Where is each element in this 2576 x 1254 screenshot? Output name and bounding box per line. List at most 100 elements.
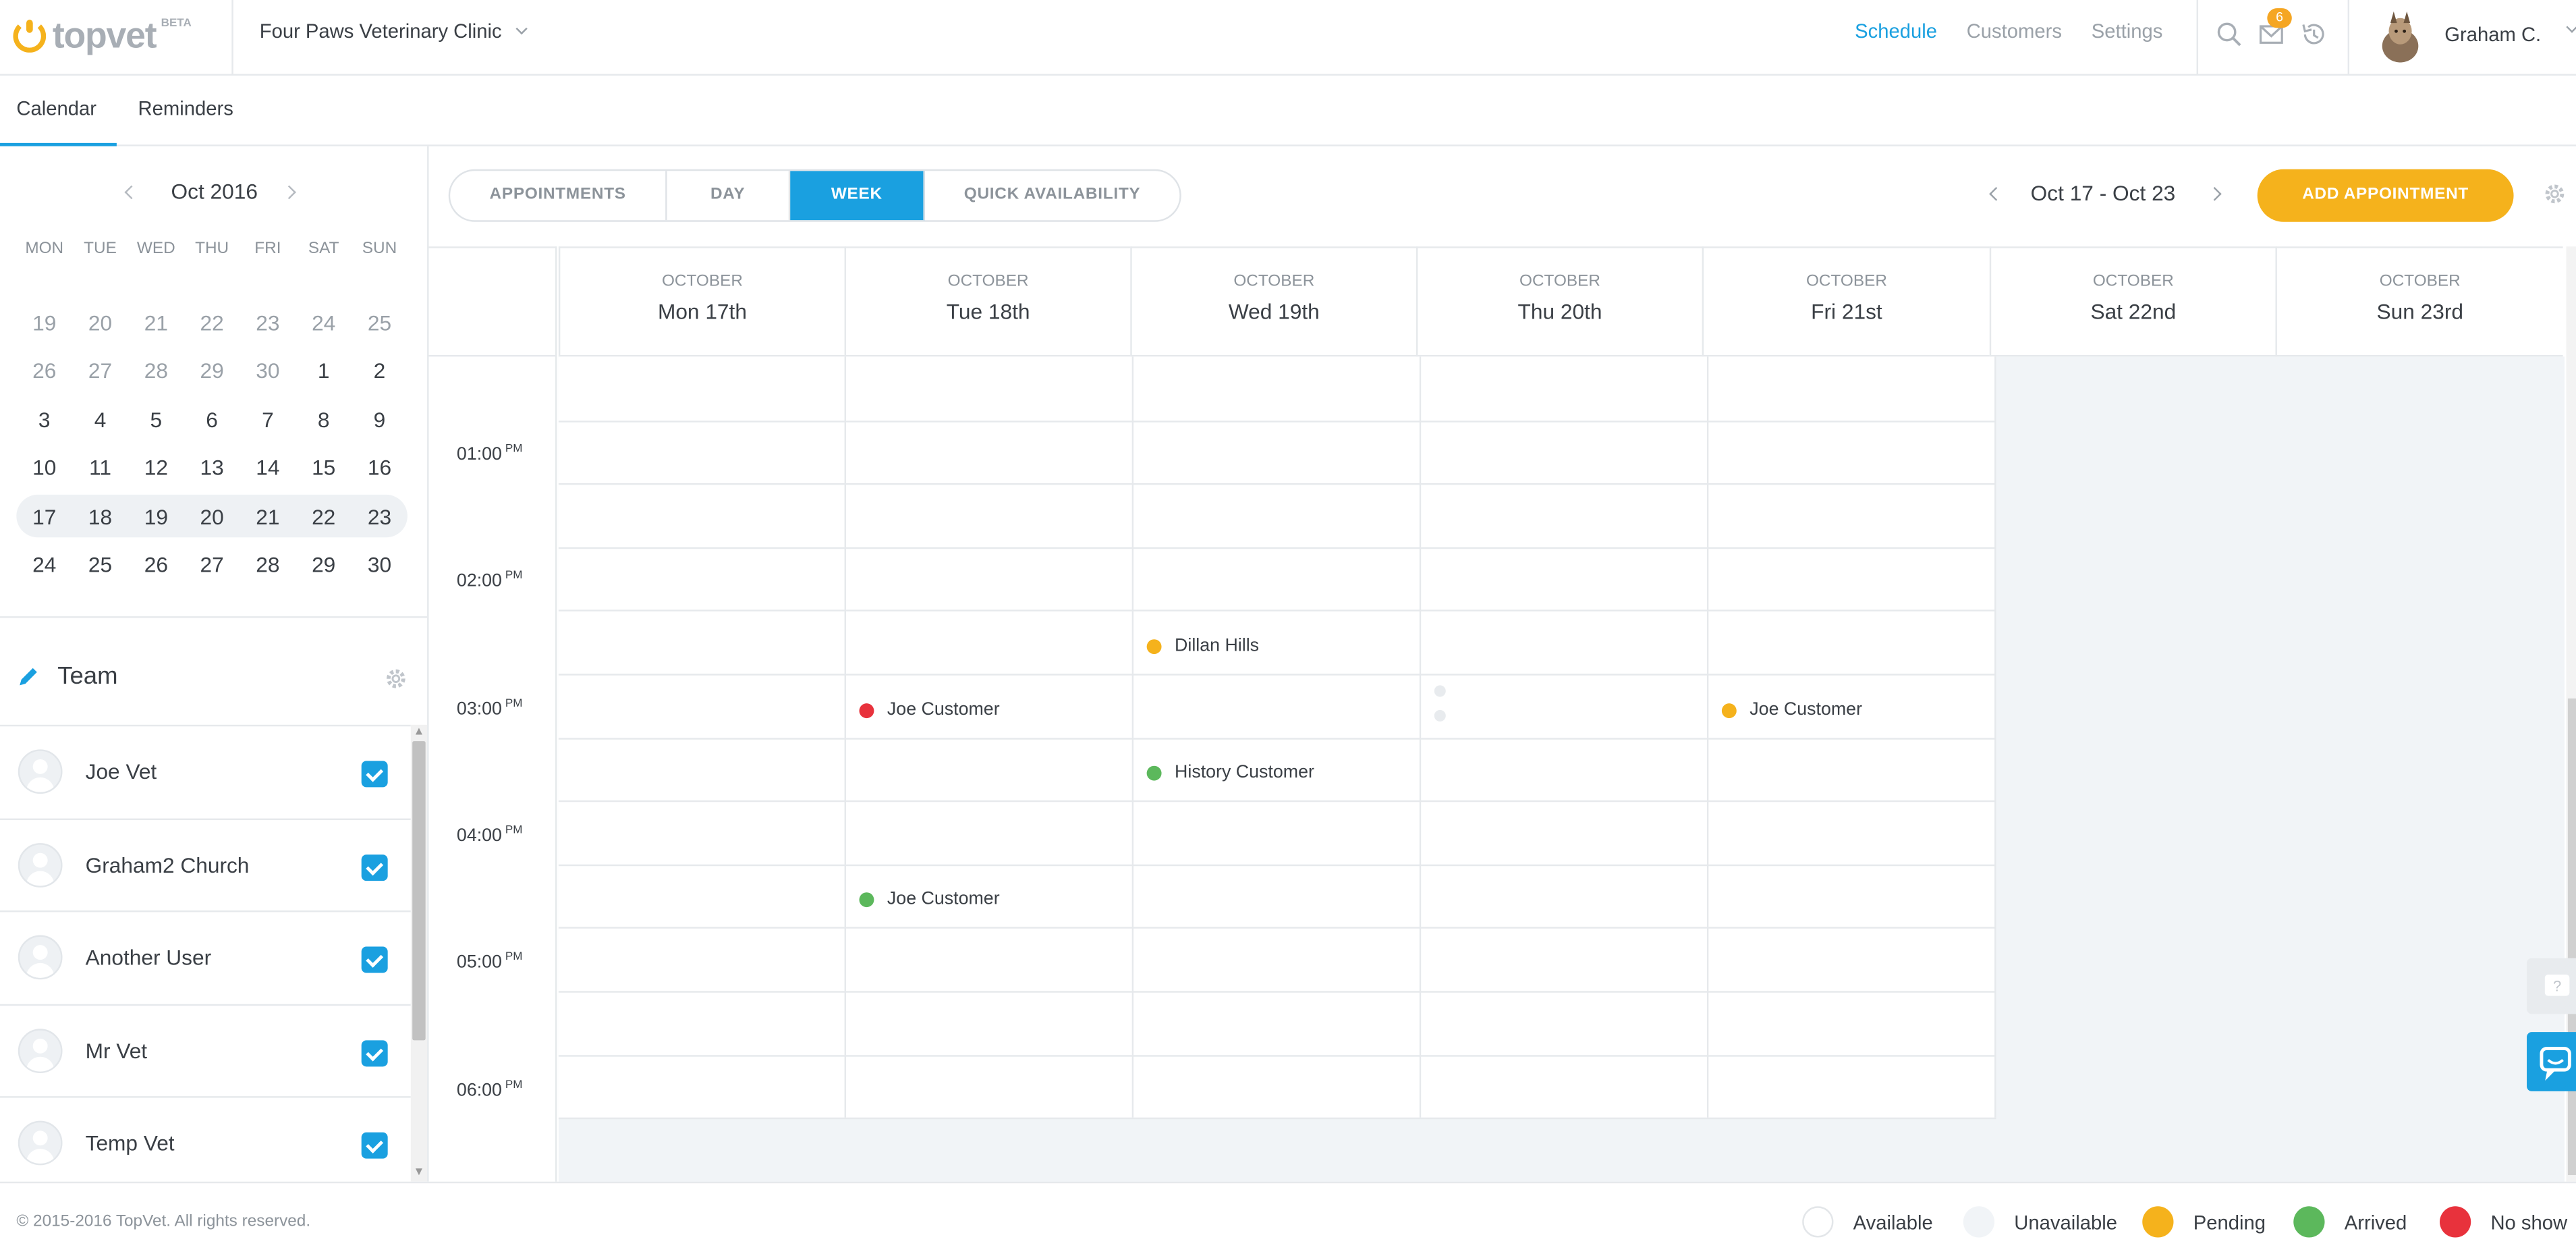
mini-calendar-day[interactable]: 27 (72, 358, 128, 383)
mini-calendar-day[interactable]: 9 (352, 407, 408, 432)
tab-reminders[interactable]: Reminders (138, 97, 233, 120)
chevron-down-icon[interactable] (2566, 21, 2576, 33)
team-member-checkbox[interactable] (361, 1039, 388, 1066)
slot-line (558, 1054, 1996, 1056)
time-value: 03:00 (456, 699, 502, 719)
mini-calendar-week: 24 25 26 27 28 29 30 (16, 543, 408, 585)
mini-calendar-day[interactable]: 30 (352, 551, 408, 576)
mini-calendar-day[interactable]: 20 (184, 503, 240, 528)
mini-calendar-day[interactable]: 7 (240, 407, 296, 432)
view-day[interactable]: DAY (667, 171, 791, 221)
time-label: 05:00 PM (457, 952, 522, 973)
tab-calendar[interactable]: Calendar (0, 97, 116, 146)
gear-icon[interactable] (385, 667, 408, 690)
team-member[interactable]: Graham2 Church (0, 817, 411, 909)
user-avatar[interactable] (2376, 9, 2426, 63)
page-scroll-thumb[interactable] (2567, 698, 2576, 1176)
prev-week-icon[interactable] (1989, 186, 2003, 201)
mini-calendar-day[interactable]: 4 (72, 407, 128, 432)
help-tab[interactable]: ? (2527, 958, 2576, 1014)
add-appointment-button[interactable]: ADD APPOINTMENT (2257, 169, 2514, 222)
team-member-checkbox[interactable] (361, 1132, 388, 1159)
mini-calendar-day[interactable]: 13 (184, 454, 240, 479)
gear-icon[interactable] (2543, 182, 2566, 205)
team-member[interactable]: Temp Vet (0, 1096, 411, 1182)
mini-calendar-day[interactable]: 29 (184, 358, 240, 383)
mini-calendar-day[interactable]: 19 (16, 310, 72, 335)
appointment[interactable]: Joe Customer (859, 889, 1000, 909)
appointment[interactable]: Dillan Hills (1146, 636, 1259, 656)
nav-customers[interactable]: Customers (1967, 20, 2062, 43)
mini-calendar-day[interactable]: 10 (16, 454, 72, 479)
chat-tab[interactable] (2527, 1032, 2576, 1091)
mini-calendar-day[interactable]: 22 (296, 503, 352, 528)
team-scroll-thumb[interactable] (412, 741, 426, 1041)
team-member-checkbox[interactable] (361, 761, 388, 788)
mini-calendar-day[interactable]: 14 (240, 454, 296, 479)
mini-calendar-day[interactable]: 11 (72, 454, 128, 479)
team-member[interactable]: Joe Vet (0, 724, 411, 817)
app-root: topvet BETA Four Paws Veterinary Clinic … (0, 0, 2576, 1254)
day-header[interactable]: OCTOBER Sun 23rd (2275, 246, 2563, 357)
mini-calendar-day[interactable]: 8 (296, 407, 352, 432)
mini-calendar-day[interactable]: 24 (16, 551, 72, 576)
day-header[interactable]: OCTOBER Fri 21st (1702, 246, 1990, 357)
pencil-icon[interactable] (16, 665, 39, 688)
clinic-selector[interactable]: Four Paws Veterinary Clinic (260, 20, 528, 43)
mini-calendar-day[interactable]: 27 (184, 551, 240, 576)
mini-calendar-day[interactable]: 30 (240, 358, 296, 383)
scroll-down-icon[interactable]: ▼ (412, 1167, 425, 1180)
mini-calendar-day[interactable]: 19 (128, 503, 184, 528)
view-appointments[interactable]: APPOINTMENTS (450, 171, 667, 221)
day-header[interactable]: OCTOBER Mon 17th (558, 246, 845, 357)
day-header[interactable]: OCTOBER Sat 22nd (1989, 246, 2276, 357)
mini-calendar-day[interactable]: 22 (184, 310, 240, 335)
mini-calendar-day[interactable]: 24 (296, 310, 352, 335)
team-member-checkbox[interactable] (361, 946, 388, 973)
view-quick-availability[interactable]: QUICK AVAILABILITY (925, 171, 1179, 220)
day-header[interactable]: OCTOBER Thu 20th (1416, 246, 1702, 357)
mini-calendar-day[interactable]: 3 (16, 407, 72, 432)
history-icon[interactable] (2299, 20, 2328, 49)
appointment[interactable]: Joe Customer (1721, 700, 1862, 720)
mini-calendar-day[interactable]: 28 (240, 551, 296, 576)
day-header[interactable]: OCTOBER Tue 18th (844, 246, 1131, 357)
slot-line (558, 483, 1996, 485)
mini-calendar-day[interactable]: 20 (72, 310, 128, 335)
mini-calendar-day[interactable]: 18 (72, 503, 128, 528)
mini-calendar-day[interactable]: 15 (296, 454, 352, 479)
nav-settings[interactable]: Settings (2092, 20, 2163, 43)
brand-logo[interactable]: topvet BETA (13, 13, 192, 59)
mini-calendar-day[interactable]: 26 (128, 551, 184, 576)
mini-calendar-day[interactable]: 21 (240, 503, 296, 528)
view-week[interactable]: WEEK (790, 171, 925, 221)
mini-calendar-day[interactable]: 2 (352, 358, 408, 383)
mini-calendar-day[interactable]: 6 (184, 407, 240, 432)
search-icon[interactable] (2214, 20, 2244, 49)
mini-calendar-day[interactable]: 29 (296, 551, 352, 576)
mini-calendar-day[interactable]: 28 (128, 358, 184, 383)
mini-calendar-day[interactable]: 26 (16, 358, 72, 383)
team-member[interactable]: Mr Vet (0, 1003, 411, 1095)
appointment[interactable]: History Customer (1146, 763, 1314, 782)
mini-calendar-day[interactable]: 25 (352, 310, 408, 335)
day-header[interactable]: OCTOBER Wed 19th (1130, 246, 1416, 357)
user-name[interactable]: Graham C. (2444, 23, 2541, 46)
mini-calendar-day[interactable]: 16 (352, 454, 408, 479)
mini-calendar-day[interactable]: 25 (72, 551, 128, 576)
mini-calendar-day[interactable]: 21 (128, 310, 184, 335)
mini-calendar-day[interactable]: 12 (128, 454, 184, 479)
appointment[interactable]: Joe Customer (859, 700, 1000, 720)
team-member-checkbox[interactable] (361, 853, 388, 880)
copyright: © 2015-2016 TopVet. All rights reserved. (16, 1213, 311, 1231)
mini-calendar-day[interactable]: 5 (128, 407, 184, 432)
scroll-up-icon[interactable]: ▲ (412, 726, 425, 739)
mini-calendar-day[interactable]: 17 (16, 503, 72, 528)
mini-calendar-day[interactable]: 23 (240, 310, 296, 335)
next-week-icon[interactable] (2208, 186, 2222, 201)
legend-swatch (2293, 1206, 2325, 1238)
mini-calendar-day[interactable]: 23 (352, 503, 408, 528)
mini-calendar-day[interactable]: 1 (296, 358, 352, 383)
nav-schedule[interactable]: Schedule (1855, 20, 1937, 43)
team-member[interactable]: Another User (0, 910, 411, 1002)
